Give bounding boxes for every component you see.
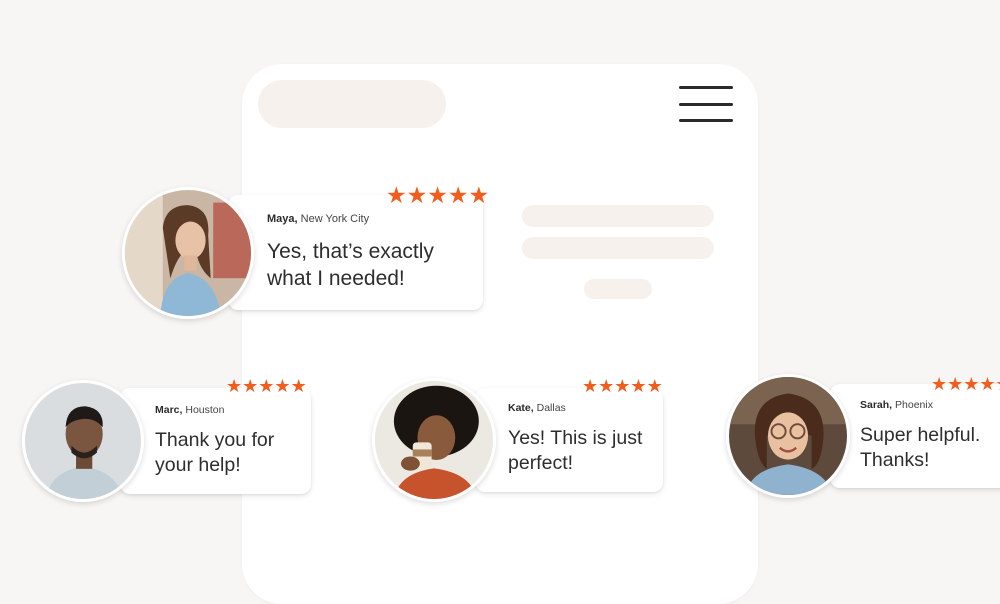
reviewer-city: Houston — [185, 404, 225, 416]
review-quote: Yes, that’s exactly what I needed! — [267, 240, 434, 291]
star-icon: ★ — [598, 376, 615, 396]
reviewer-city: Dallas — [536, 402, 566, 414]
star-icon: ★ — [947, 374, 964, 394]
text-placeholder-line — [522, 237, 714, 259]
reviewer-byline: Sarah, Phoenix — [860, 399, 933, 411]
star-icon: ★ — [274, 376, 291, 396]
reviewer-name: Maya, — [267, 213, 298, 225]
review-quote: Yes! This is just perfect! — [508, 427, 643, 475]
star-icon: ★ — [406, 182, 428, 208]
star-icon: ★ — [258, 376, 275, 396]
star-icon: ★ — [996, 374, 1000, 395]
star-icon: ★ — [646, 376, 663, 396]
review-quote: Thank you for your help! — [155, 429, 275, 477]
reviewer-byline: Kate, Dallas — [508, 402, 566, 414]
rating-stars: ★★★★★ — [582, 376, 663, 397]
reviewer-name: Sarah, — [860, 399, 893, 411]
reviewer-name: Marc, — [155, 404, 183, 416]
hamburger-menu-icon[interactable] — [679, 86, 733, 122]
avatar-maya — [122, 187, 254, 319]
reviewer-city: New York City — [300, 213, 370, 225]
star-icon: ★ — [979, 374, 996, 394]
search-bar-placeholder — [258, 80, 446, 128]
button-placeholder — [584, 279, 652, 299]
reviewer-byline: Marc, Houston — [155, 404, 224, 416]
text-placeholder-line — [522, 205, 714, 227]
rating-stars: ★★★★★ — [226, 376, 307, 397]
rating-stars: ★★★★★ — [931, 374, 1000, 395]
reviewer-city: Phoenix — [895, 399, 933, 411]
avatar-sarah — [726, 374, 850, 498]
reviewer-byline: Maya, New York City — [267, 213, 369, 225]
star-icon: ★ — [386, 182, 407, 208]
star-icon: ★ — [963, 374, 980, 394]
rating-stars: ★★★★★ — [386, 182, 489, 209]
star-icon: ★ — [427, 182, 448, 208]
star-icon: ★ — [447, 182, 469, 208]
star-icon: ★ — [242, 376, 259, 396]
avatar-marc — [22, 380, 144, 502]
star-icon: ★ — [226, 376, 243, 396]
star-icon: ★ — [931, 374, 948, 394]
reviewer-name: Kate, — [508, 402, 534, 414]
star-icon: ★ — [468, 182, 490, 208]
avatar-kate — [372, 378, 496, 502]
review-quote: Super helpful. Thanks! — [860, 424, 981, 472]
star-icon: ★ — [630, 376, 647, 396]
star-icon: ★ — [582, 376, 599, 396]
star-icon: ★ — [290, 376, 307, 396]
phone-mockup — [242, 64, 758, 604]
star-icon: ★ — [614, 376, 631, 396]
